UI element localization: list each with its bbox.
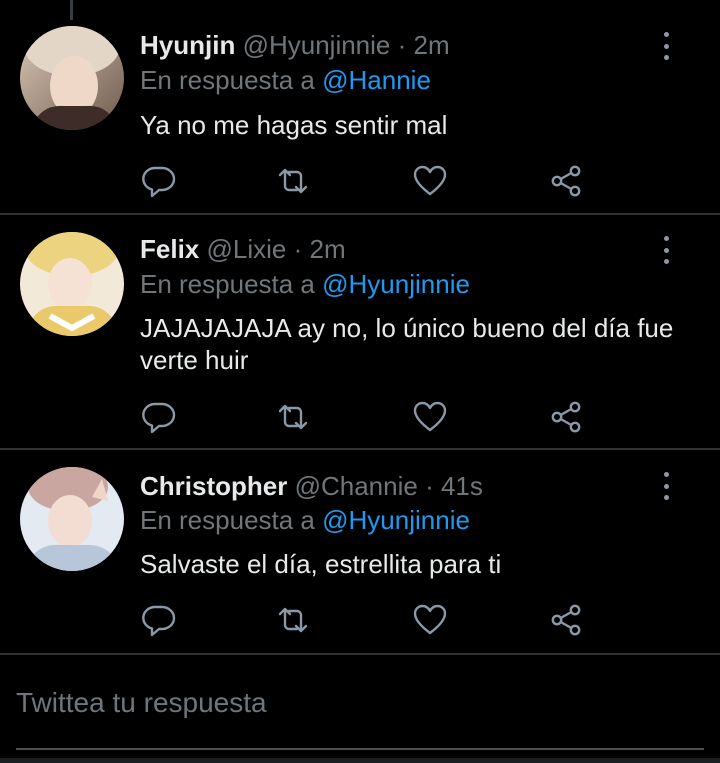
- tweet-header: Hyunjin @Hyunjinnie · 2m: [140, 29, 450, 61]
- tweet-actions: [138, 400, 598, 434]
- heart-icon: [413, 165, 447, 196]
- tweet-text: Salvaste el día, estrellita para ti: [140, 549, 502, 579]
- reply-prefix: En respuesta a: [140, 505, 315, 535]
- like-button[interactable]: [412, 164, 448, 198]
- like-button[interactable]: [412, 400, 448, 434]
- more-options-button[interactable]: [656, 32, 676, 60]
- heart-icon: [413, 604, 447, 635]
- reply-context: En respuesta a @Hyunjinnie: [140, 268, 470, 300]
- reply-button[interactable]: [140, 400, 176, 434]
- separator-dot: ·: [425, 471, 434, 501]
- retweet-button[interactable]: [275, 603, 311, 637]
- display-name[interactable]: Felix: [140, 234, 199, 264]
- tweet-actions: [138, 164, 598, 198]
- user-handle[interactable]: @Hyunjinnie: [243, 30, 391, 60]
- tweet-text: JAJAJAJAJA ay no, lo único bueno del día…: [140, 313, 674, 375]
- like-button[interactable]: [412, 603, 448, 637]
- tweet-time[interactable]: 2m: [310, 234, 346, 264]
- reply-button[interactable]: [140, 164, 176, 198]
- more-options-button[interactable]: [656, 472, 676, 500]
- tweet-time[interactable]: 2m: [414, 30, 450, 60]
- share-button[interactable]: [548, 164, 584, 198]
- bottom-bar: [0, 758, 720, 763]
- heart-icon: [413, 401, 447, 432]
- tweet-christopher[interactable]: Christopher @Channie · 41s En respuesta …: [0, 450, 720, 653]
- avatar[interactable]: [20, 26, 124, 130]
- compose-underline: [16, 748, 704, 750]
- reply-mention-link[interactable]: @Hannie: [322, 65, 431, 95]
- tweet-time[interactable]: 41s: [441, 471, 483, 501]
- retweet-icon: [278, 607, 308, 633]
- avatar[interactable]: [20, 467, 124, 571]
- reply-icon: [142, 402, 176, 434]
- display-name[interactable]: Hyunjin: [140, 30, 235, 60]
- tweet-hyunjin[interactable]: Hyunjin @Hyunjinnie · 2m En respuesta a …: [0, 0, 720, 213]
- reply-mention-link[interactable]: @Hyunjinnie: [322, 505, 470, 535]
- reply-context: En respuesta a @Hyunjinnie: [140, 504, 470, 536]
- reply-icon: [142, 605, 176, 637]
- separator-dot: ·: [293, 234, 303, 264]
- reply-mention-link[interactable]: @Hyunjinnie: [322, 269, 470, 299]
- share-button[interactable]: [548, 603, 584, 637]
- share-icon: [551, 604, 581, 636]
- separator-dot: ·: [397, 30, 407, 60]
- retweet-button[interactable]: [275, 164, 311, 198]
- tweet-felix[interactable]: Felix @Lixie · 2m En respuesta a @Hyunji…: [0, 215, 720, 448]
- share-button[interactable]: [548, 400, 584, 434]
- avatar[interactable]: [20, 232, 124, 336]
- share-icon: [551, 165, 581, 197]
- retweet-icon: [278, 168, 308, 194]
- retweet-button[interactable]: [275, 400, 311, 434]
- more-options-button[interactable]: [656, 236, 676, 264]
- display-name[interactable]: Christopher: [140, 471, 287, 501]
- reply-icon: [142, 166, 176, 198]
- share-icon: [551, 401, 581, 433]
- user-handle[interactable]: @Lixie: [206, 234, 286, 264]
- reply-prefix: En respuesta a: [140, 65, 315, 95]
- reply-compose-input[interactable]: Twittea tu respuesta: [16, 685, 696, 721]
- retweet-icon: [278, 404, 308, 430]
- reply-context: En respuesta a @Hannie: [140, 64, 431, 96]
- reply-button[interactable]: [140, 603, 176, 637]
- tweet-header: Christopher @Channie · 41s: [140, 470, 483, 502]
- tweet-divider: [0, 653, 720, 655]
- tweet-actions: [138, 603, 598, 637]
- tweet-text: Ya no me hagas sentir mal: [140, 110, 448, 140]
- reply-prefix: En respuesta a: [140, 269, 315, 299]
- user-handle[interactable]: @Channie: [295, 471, 418, 501]
- tweet-header: Felix @Lixie · 2m: [140, 233, 346, 265]
